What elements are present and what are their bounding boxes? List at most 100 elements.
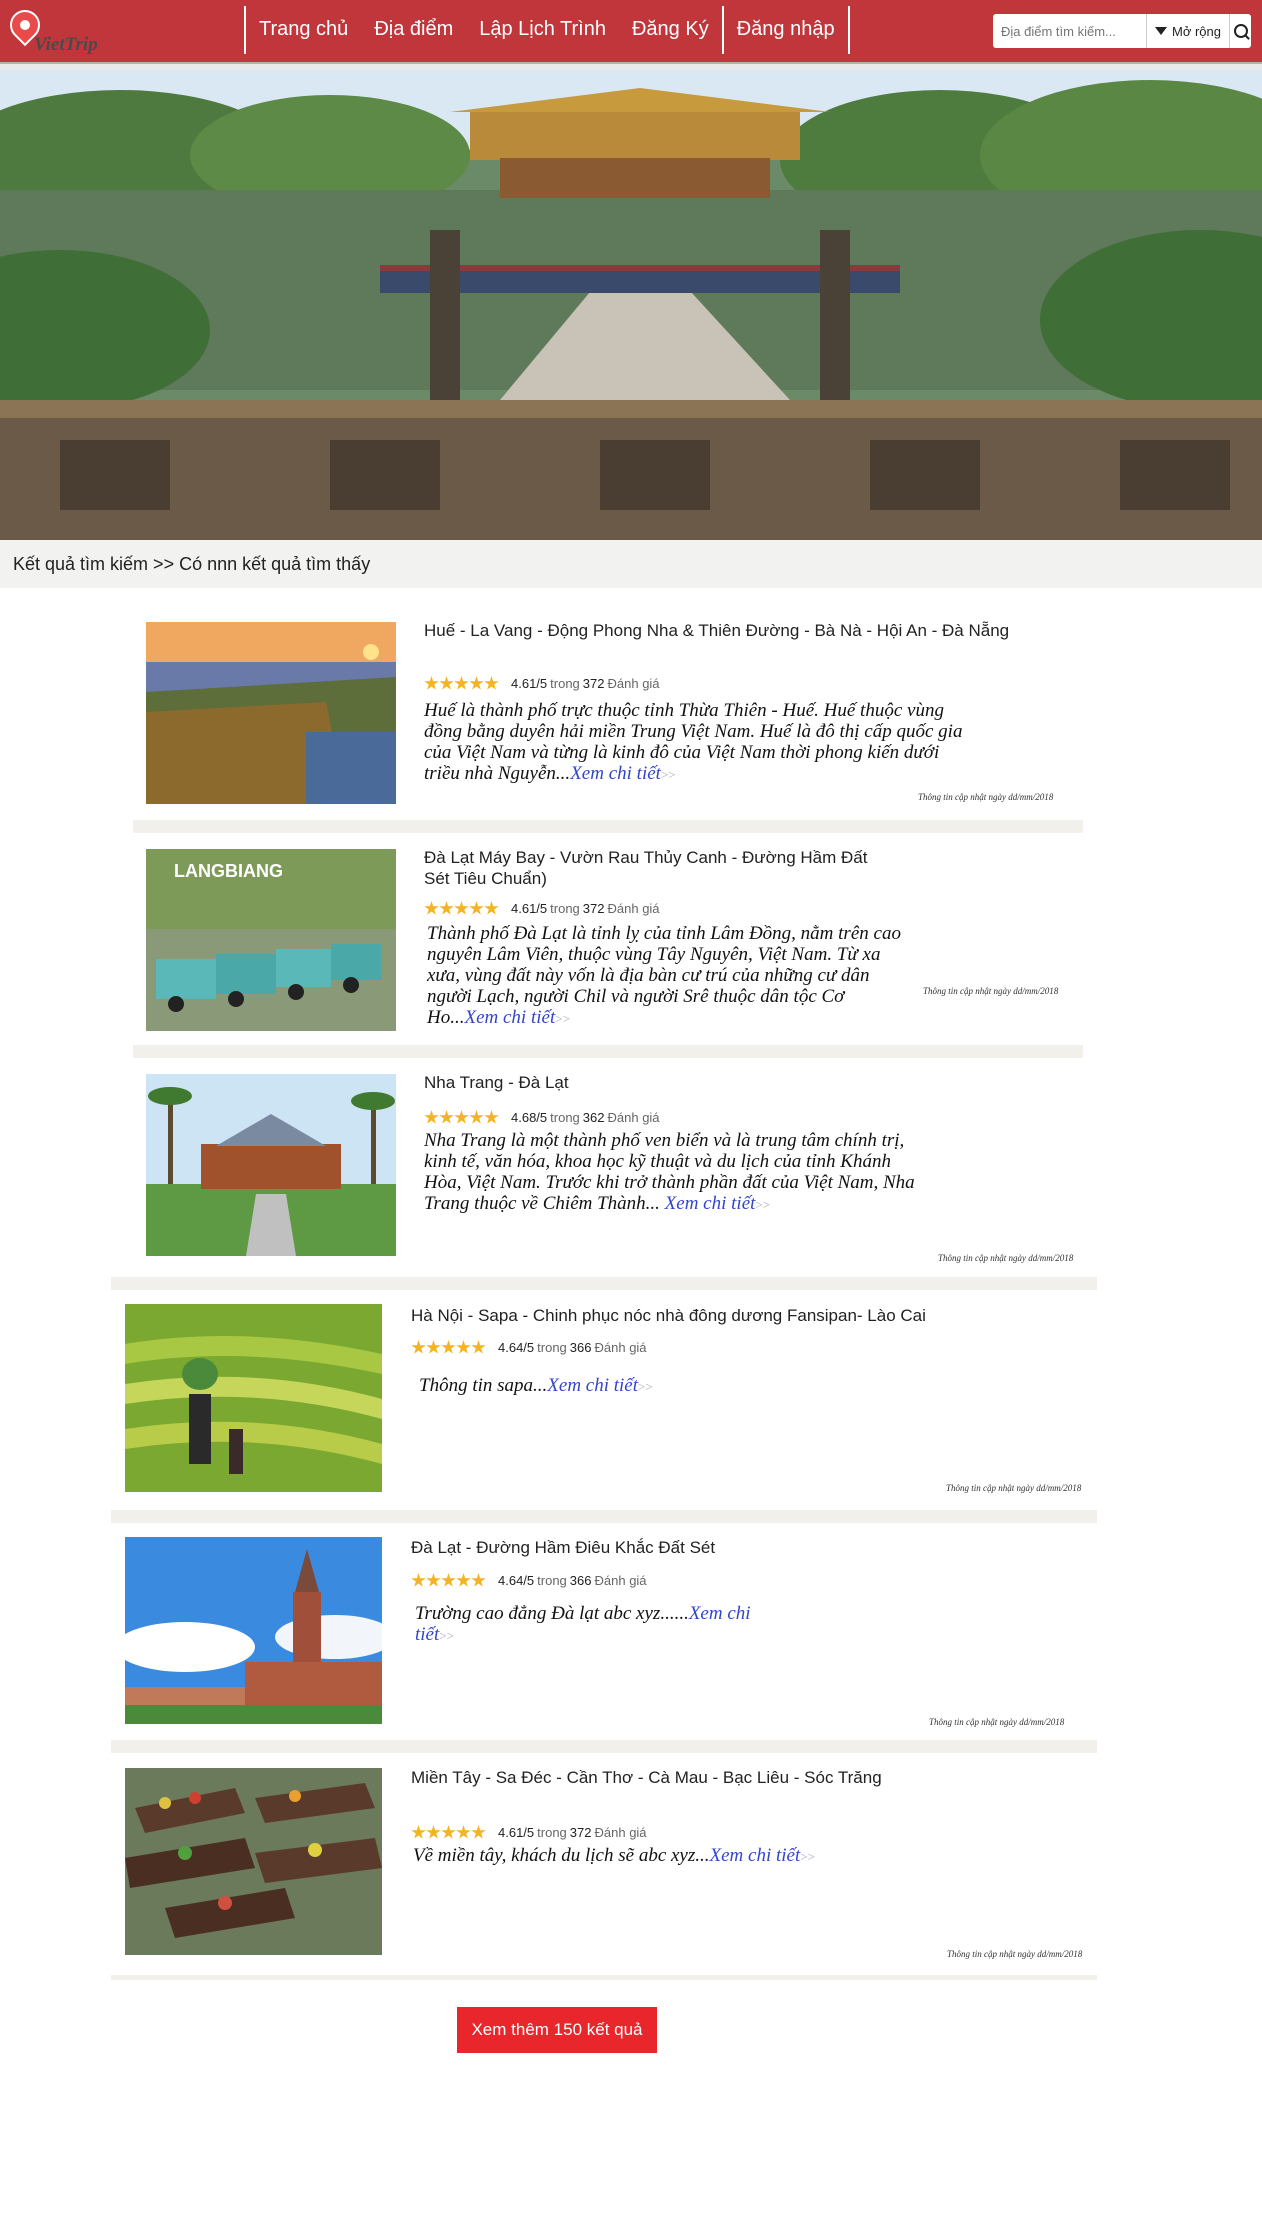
result-title[interactable]: Miền Tây - Sa Đéc - Cần Thơ - Cà Mau - B…	[411, 1767, 1011, 1788]
result-divider	[111, 1510, 1097, 1523]
result-card[interactable]: Miền Tây - Sa Đéc - Cần Thơ - Cà Mau - B…	[111, 1753, 1097, 1975]
view-details-link[interactable]: Xem chi tiết>>	[464, 1007, 569, 1028]
update-date: Thông tin cập nhật ngày dd/mm/2018	[929, 1717, 1065, 1727]
result-card[interactable]: Hà Nội - Sapa - Chinh phục nóc nhà đông …	[111, 1290, 1097, 1510]
view-details-link[interactable]: Xem chi tiết>>	[710, 1845, 815, 1866]
update-date: Thông tin cập nhật ngày dd/mm/2018	[947, 1949, 1083, 1959]
load-more-button[interactable]: Xem thêm 150 kết quả	[457, 2007, 657, 2053]
search-input[interactable]	[993, 15, 1146, 47]
review-label: Đánh giá	[607, 676, 660, 691]
filter-label: Mở rộng	[1172, 23, 1221, 39]
floating-market-photo	[125, 1768, 382, 1955]
result-description: Thông tin sapa...Xem chi tiết>>	[419, 1375, 653, 1396]
view-details-link[interactable]: Xem chi tiết>>	[570, 763, 675, 784]
result-title[interactable]: Đà Lạt Máy Bay - Vườn Rau Thủy Canh - Đư…	[424, 847, 894, 889]
result-description: Về miền tây, khách du lịch sẽ abc xyz...…	[413, 1845, 815, 1866]
result-title[interactable]: Hà Nội - Sapa - Chinh phục nóc nhà đông …	[411, 1305, 1011, 1326]
rating-trong: trong	[537, 1340, 567, 1355]
result-title[interactable]: Đà Lạt - Đường Hầm Điêu Khắc Đất Sét	[411, 1537, 1011, 1558]
rating-score: 4.64/5	[498, 1573, 535, 1588]
review-count: 366	[569, 1573, 592, 1588]
review-label: Đánh giá	[607, 1110, 660, 1125]
breadcrumb-text: Kết quả tìm kiếm >> Có nnn kết quả tìm t…	[13, 554, 371, 574]
update-date: Thông tin cập nhật ngày dd/mm/2018	[938, 1253, 1074, 1263]
result-card[interactable]: Nha Trang - Đà Lạt 4.68/5 trong 362 Đánh…	[133, 1058, 1093, 1277]
result-divider	[111, 1740, 1097, 1753]
result-description: Thành phố Đà Lạt là tỉnh lỵ của tỉnh Lâm…	[427, 923, 901, 1028]
result-thumbnail[interactable]: LANGBIANG	[146, 849, 396, 1031]
result-rating: 4.61/5 trong 372 Đánh giá	[424, 676, 663, 691]
search-button[interactable]	[1229, 14, 1251, 48]
rating-trong: trong	[537, 1825, 567, 1840]
result-card[interactable]: Huế - La Vang - Động Phong Nha & Thiên Đ…	[133, 608, 1083, 820]
result-description: Nha Trang là một thành phố ven biển và l…	[424, 1130, 915, 1214]
rating-score: 4.64/5	[498, 1340, 535, 1355]
result-thumbnail[interactable]	[125, 1304, 382, 1492]
langbiang-photo: LANGBIANG	[146, 849, 396, 1031]
review-label: Đánh giá	[594, 1825, 647, 1840]
result-card[interactable]: LANGBIANG Đà Lạt Máy Bay - Vườn Rau Thủy…	[133, 833, 1083, 1045]
brand-logo[interactable]: VietTrip	[3, 3, 108, 58]
result-thumbnail[interactable]	[146, 622, 396, 804]
nav-home[interactable]: Trang chủ	[244, 6, 361, 54]
svg-text:LANGBIANG: LANGBIANG	[174, 861, 283, 881]
star-rating-icon	[424, 901, 499, 916]
rating-score: 4.68/5	[511, 1110, 548, 1125]
review-label: Đánh giá	[607, 901, 660, 916]
result-divider	[133, 1045, 1083, 1058]
result-title[interactable]: Huế - La Vang - Động Phong Nha & Thiên Đ…	[424, 620, 1034, 641]
result-divider	[111, 1975, 1097, 1980]
dalat-college-photo	[125, 1537, 382, 1724]
star-rating-icon	[424, 676, 499, 691]
hue-citadel-illustration	[0, 70, 1262, 540]
rating-score: 4.61/5	[511, 676, 548, 691]
nav-register[interactable]: Đăng Ký	[619, 6, 724, 54]
navbar-divider	[0, 62, 1262, 70]
result-description: Huế là thành phố trực thuộc tỉnh Thừa Th…	[424, 700, 963, 784]
result-divider	[111, 1277, 1097, 1290]
result-thumbnail[interactable]	[125, 1768, 382, 1955]
result-rating: 4.64/5 trong 366 Đánh giá	[411, 1340, 650, 1355]
result-title[interactable]: Nha Trang - Đà Lạt	[424, 1072, 894, 1093]
result-rating: 4.61/5 trong 372 Đánh giá	[411, 1825, 650, 1840]
rating-trong: trong	[550, 676, 580, 691]
hoi-an-photo	[146, 622, 396, 804]
filter-icon	[1155, 27, 1167, 35]
review-count: 372	[582, 901, 605, 916]
nav-places[interactable]: Địa điểm	[361, 6, 466, 54]
result-thumbnail[interactable]	[125, 1537, 382, 1724]
result-description: Trường cao đẳng Đà lạt abc xyz......Xem …	[415, 1603, 751, 1645]
result-card[interactable]: Đà Lạt - Đường Hầm Điêu Khắc Đất Sét 4.6…	[111, 1523, 1097, 1740]
update-date: Thông tin cập nhật ngày dd/mm/2018	[923, 986, 1059, 996]
result-divider	[133, 820, 1083, 833]
top-navbar: VietTrip Trang chủ Địa điểm Lập Lịch Trì…	[0, 0, 1262, 70]
result-rating: 4.61/5 trong 372 Đánh giá	[424, 901, 663, 916]
rating-trong: trong	[550, 901, 580, 916]
star-rating-icon	[411, 1340, 486, 1355]
nha-trang-photo	[146, 1074, 396, 1256]
expand-filter-button[interactable]: Mở rộng	[1146, 14, 1229, 48]
main-nav: Trang chủ Địa điểm Lập Lịch Trình Đăng K…	[244, 6, 850, 54]
view-details-link[interactable]: Xem chi tiết>>	[547, 1375, 652, 1396]
review-count: 362	[582, 1110, 605, 1125]
review-count: 366	[569, 1340, 592, 1355]
review-label: Đánh giá	[594, 1340, 647, 1355]
star-rating-icon	[424, 1110, 499, 1125]
nav-login[interactable]: Đăng nhập	[724, 6, 850, 54]
hero-banner-image	[0, 70, 1262, 540]
nav-itinerary[interactable]: Lập Lịch Trình	[466, 6, 619, 54]
search-box: Mở rộng	[993, 14, 1251, 48]
rating-score: 4.61/5	[498, 1825, 535, 1840]
review-count: 372	[569, 1825, 592, 1840]
review-label: Đánh giá	[594, 1573, 647, 1588]
breadcrumb: Kết quả tìm kiếm >> Có nnn kết quả tìm t…	[0, 540, 1262, 588]
update-date: Thông tin cập nhật ngày dd/mm/2018	[946, 1483, 1082, 1493]
result-rating: 4.68/5 trong 362 Đánh giá	[424, 1110, 663, 1125]
star-rating-icon	[411, 1573, 486, 1588]
view-details-link[interactable]: Xem chi tiết>>	[665, 1193, 770, 1214]
update-date: Thông tin cập nhật ngày dd/mm/2018	[918, 792, 1054, 802]
brand-name: VietTrip	[34, 34, 98, 55]
sapa-terrace-photo	[125, 1304, 382, 1492]
result-thumbnail[interactable]	[146, 1074, 396, 1256]
search-icon	[1233, 24, 1248, 38]
